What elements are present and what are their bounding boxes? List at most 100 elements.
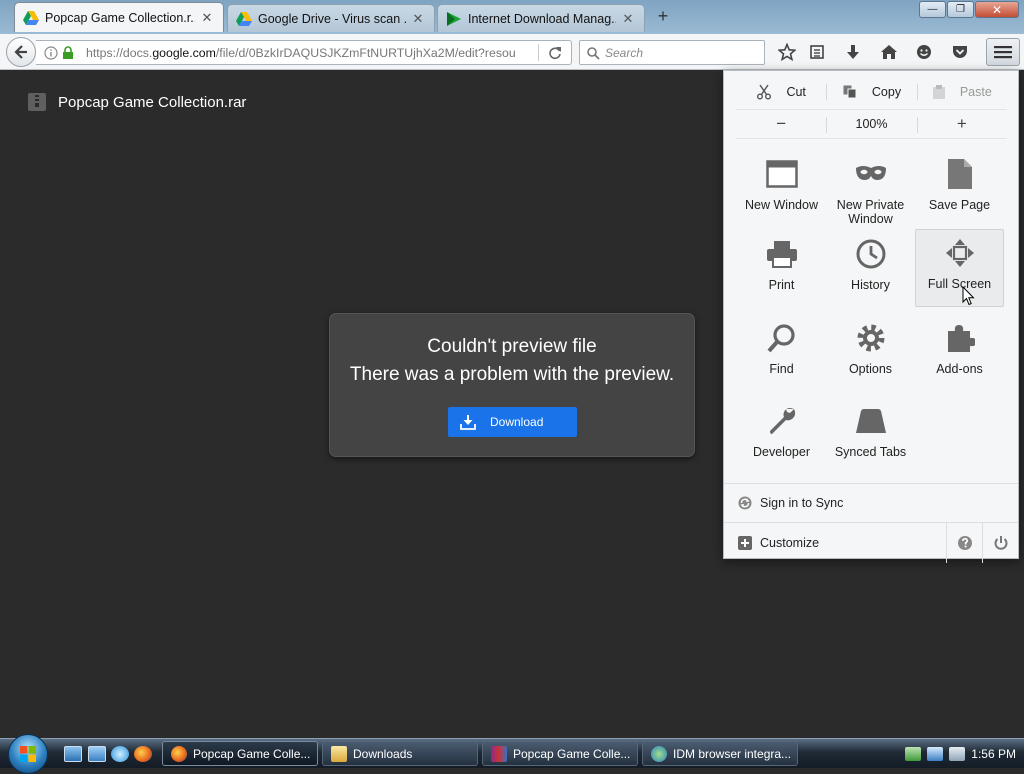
copy-icon [843, 85, 857, 99]
idm-arrow-icon [447, 11, 461, 26]
system-tray: 1:56 PM [897, 739, 1024, 769]
copy-button[interactable]: Copy [826, 77, 916, 107]
search-placeholder: Search [605, 45, 644, 60]
close-tab-icon[interactable]: ✕ [620, 11, 636, 27]
home-button[interactable] [877, 41, 901, 63]
zoom-out-button[interactable]: − [736, 110, 826, 138]
paste-button[interactable]: Paste [916, 77, 1007, 107]
reload-icon[interactable] [548, 46, 562, 60]
clock-icon [856, 239, 885, 269]
close-window-button[interactable]: ✕ [975, 1, 1019, 18]
open-menu-button[interactable] [986, 38, 1020, 66]
smiley-chat-icon [917, 45, 931, 59]
back-arrow-icon [14, 45, 27, 59]
close-tab-icon[interactable]: ✕ [410, 11, 426, 27]
menu-item-label: Print [768, 278, 795, 292]
display-icon[interactable] [927, 747, 944, 761]
menu-item-label: Full Screen [927, 277, 992, 291]
pocket-button[interactable] [948, 41, 972, 63]
restore-button[interactable]: ❐ [947, 1, 974, 18]
url-divider [538, 44, 539, 61]
tab-google-drive-virus-scan[interactable]: Google Drive - Virus scan ... ✕ [227, 4, 435, 32]
developer-button[interactable]: Developer [737, 398, 826, 476]
bookmarks-menu-button[interactable] [805, 41, 829, 63]
downloads-button[interactable] [841, 41, 865, 63]
sync-icon [738, 496, 752, 510]
options-button[interactable]: Options [826, 315, 915, 393]
switch-windows-icon[interactable] [88, 746, 106, 762]
new-window-icon [765, 160, 798, 188]
bookmark-star-button[interactable] [775, 41, 799, 63]
tab-popcap-collection[interactable]: Popcap Game Collection.r... ✕ [14, 2, 224, 32]
footer-buttons [946, 523, 1018, 563]
find-button[interactable]: Find [737, 315, 826, 393]
cut-label: Cut [786, 85, 806, 99]
internet-explorer-icon[interactable] [111, 746, 129, 762]
address-bar[interactable]: https://docs.google.com/file/d/0BzkIrDAQ… [36, 40, 572, 65]
menu-item-label: Synced Tabs [834, 445, 907, 459]
cut-button[interactable]: Cut [736, 77, 826, 107]
bookmarks-list-icon [810, 45, 824, 59]
synced-tabs-button[interactable]: Synced Tabs [826, 398, 915, 476]
zoom-in-button[interactable]: + [916, 110, 1007, 138]
hamburger-menu-icon [994, 46, 1012, 59]
document-header: Popcap Game Collection.rar [28, 93, 246, 111]
preview-error-dialog: Couldn't preview file There was a proble… [329, 313, 695, 457]
edit-controls: Cut Copy Paste [736, 77, 1007, 107]
zoom-reset-button[interactable]: 100% [826, 110, 916, 138]
save-page-button[interactable]: Save Page [915, 151, 1004, 229]
clipboard-icon [932, 85, 945, 99]
tab-internet-download-manager[interactable]: Internet Download Manag... ✕ [437, 4, 645, 32]
network-icon[interactable] [905, 747, 922, 761]
download-icon [460, 415, 476, 430]
full-screen-button[interactable]: Full Screen [915, 229, 1004, 307]
start-button[interactable] [8, 734, 48, 774]
close-tab-icon[interactable]: ✕ [199, 10, 215, 26]
new-private-window-button[interactable]: New Private Window [826, 151, 915, 229]
search-icon [587, 46, 600, 60]
secure-lock-icon[interactable] [62, 46, 74, 60]
menu-item-label: Find [769, 362, 794, 376]
search-input[interactable]: Search [579, 40, 765, 65]
menu-item-label: Save Page [928, 198, 991, 212]
taskbar-item-firefox[interactable]: Popcap Game Colle... [162, 741, 318, 766]
wrench-icon [769, 408, 795, 434]
quit-button[interactable] [982, 523, 1018, 563]
new-window-button[interactable]: New Window [737, 151, 826, 229]
sign-in-to-sync-button[interactable]: Sign in to Sync [724, 484, 1018, 522]
winrar-icon [491, 745, 507, 762]
print-button[interactable]: Print [737, 231, 826, 309]
printer-icon [766, 241, 797, 268]
taskbar-item-winrar[interactable]: Popcap Game Colle... [482, 741, 638, 766]
taskbar-item-idm[interactable]: IDM browser integra... [642, 741, 798, 766]
hello-button[interactable] [912, 41, 936, 63]
windows-taskbar: Popcap Game Colle... Downloads Popcap Ga… [0, 734, 1024, 774]
add-ons-button[interactable]: Add-ons [915, 315, 1004, 393]
navigation-toolbar: https://docs.google.com/file/d/0BzkIrDAQ… [0, 34, 1024, 70]
back-button[interactable] [6, 37, 36, 67]
taskbar-item-downloads[interactable]: Downloads [322, 741, 478, 766]
preview-error-title: Couldn't preview file [427, 336, 597, 357]
plus-square-icon[interactable] [738, 535, 752, 550]
new-tab-button[interactable]: + [652, 6, 674, 28]
firefox-menu-panel: Cut Copy Paste − 100% + New Window New P… [723, 70, 1019, 563]
panel-footer: Sign in to Sync Customize [724, 483, 1018, 563]
download-button[interactable]: Download [448, 407, 577, 437]
paste-label: Paste [959, 85, 992, 99]
tab-title: Popcap Game Collection.r... [45, 10, 195, 25]
url-text: https://docs.google.com/file/d/0BzkIrDAQ… [86, 45, 516, 60]
history-button[interactable]: History [826, 231, 915, 309]
preview-error-message: There was a problem with the preview. [349, 364, 675, 385]
magnifier-icon [767, 324, 795, 353]
puzzle-icon [947, 325, 975, 352]
show-desktop-icon[interactable] [64, 746, 82, 762]
clock[interactable]: 1:56 PM [971, 747, 1016, 761]
customize-row: Customize [724, 522, 1018, 563]
minimize-button[interactable]: — [919, 1, 946, 18]
volume-icon[interactable] [949, 747, 966, 761]
info-icon[interactable] [44, 46, 58, 60]
help-button[interactable] [946, 523, 982, 563]
customize-button[interactable]: Customize [760, 536, 819, 550]
firefox-quicklaunch-icon[interactable] [134, 746, 152, 762]
private-mask-icon [855, 166, 886, 180]
